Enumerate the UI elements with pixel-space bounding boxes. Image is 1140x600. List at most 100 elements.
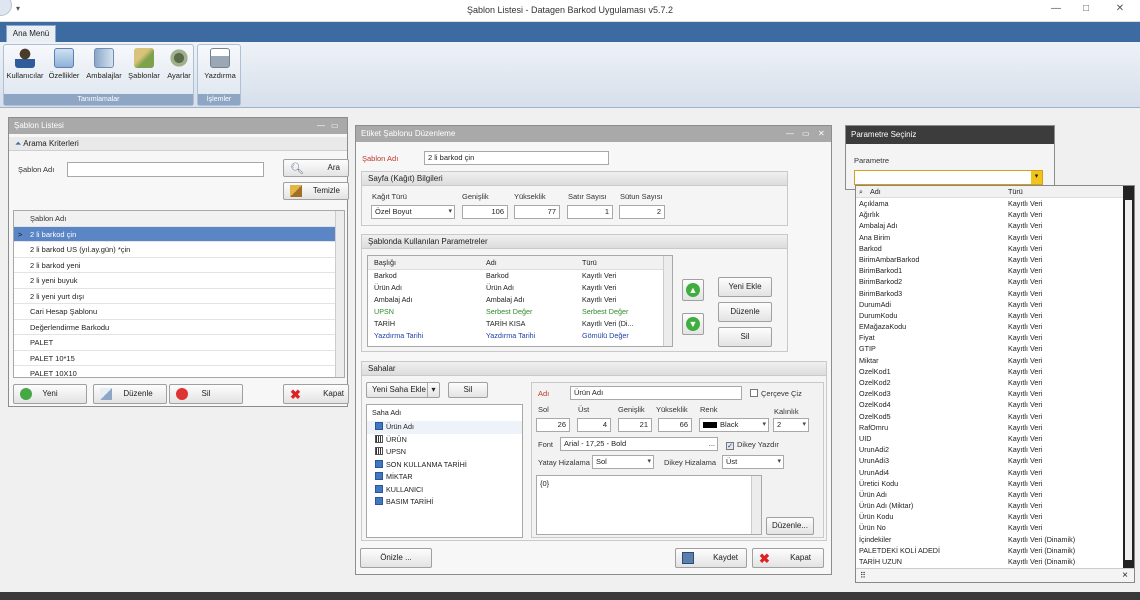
vertical-print-checkbox[interactable]: ✓ Dikey Yazdır bbox=[726, 440, 779, 450]
param-list-item[interactable]: BirimBarkod2 Kayıtlı Veri bbox=[856, 276, 1134, 287]
template-name-input[interactable]: 2 li barkod çin bbox=[424, 151, 609, 165]
resize-grip-icon[interactable]: ⠿ bbox=[860, 571, 866, 580]
new-button[interactable]: Yeni bbox=[13, 384, 87, 404]
param-list-item[interactable]: DurumKodu Kayıtlı Veri bbox=[856, 310, 1134, 321]
template-name-input[interactable] bbox=[67, 162, 264, 177]
field-item[interactable]: SON KULLANMA TARİHİ bbox=[367, 459, 522, 472]
grid-scrollbar[interactable] bbox=[335, 211, 344, 377]
param-row[interactable]: UPSN Serbest Değer Serbest Değer bbox=[368, 306, 672, 318]
field-item[interactable]: BASIM TARİHİ bbox=[367, 496, 522, 509]
table-row[interactable]: 2 li barkod US (yıl.ay.gün) *çin bbox=[14, 242, 344, 258]
scroll-thumb[interactable] bbox=[1125, 200, 1132, 560]
param-list-item[interactable]: Ağırlık Kayıtlı Veri bbox=[856, 209, 1134, 220]
field-name-input[interactable]: Ürün Adı bbox=[570, 386, 742, 400]
param-list-item[interactable]: Üretici Kodu Kayıtlı Veri bbox=[856, 478, 1134, 489]
param-list-item[interactable]: OzelKod5 Kayıtlı Veri bbox=[856, 411, 1134, 422]
templates-button[interactable]: Şablonlar bbox=[126, 48, 162, 80]
param-list-item[interactable]: OzelKod4 Kayıtlı Veri bbox=[856, 399, 1134, 410]
tab-ana-menu[interactable]: Ana Menü bbox=[6, 25, 56, 42]
field-item[interactable]: MİKTAR bbox=[367, 471, 522, 484]
param-list-item[interactable]: OzelKod3 Kayıtlı Veri bbox=[856, 388, 1134, 399]
delete-field-button[interactable]: Sil bbox=[448, 382, 488, 398]
color-select[interactable]: Black ▾ bbox=[699, 418, 769, 432]
param-list-item[interactable]: Açıklama Kayıtlı Veri bbox=[856, 198, 1134, 209]
users-button[interactable]: Kullanıcılar bbox=[6, 48, 44, 80]
param-list-item[interactable]: Ürün Adı (Miktar) Kayıtlı Veri bbox=[856, 500, 1134, 511]
maximize-button[interactable]: □ bbox=[1074, 3, 1098, 19]
content-textarea[interactable]: {0} bbox=[536, 475, 762, 535]
field-height-input[interactable]: 66 bbox=[658, 418, 692, 432]
paper-type-select[interactable]: Özel Boyut ▾ bbox=[371, 205, 455, 219]
table-row[interactable]: >2 li barkod çin bbox=[14, 226, 344, 242]
param-list-item[interactable]: BirimAmbarBarkod Kayıtlı Veri bbox=[856, 254, 1134, 265]
edit-param-button[interactable]: Düzenle bbox=[718, 302, 772, 322]
table-row[interactable]: PALET 10*15 bbox=[14, 351, 344, 366]
param-list-item[interactable]: Barkod Kayıtlı Veri bbox=[856, 243, 1134, 254]
table-row[interactable]: Değerlendirme Barkodu bbox=[14, 320, 344, 335]
delete-param-button[interactable]: Sil bbox=[718, 327, 772, 347]
list-scrollbar[interactable] bbox=[1123, 186, 1134, 582]
cols-input[interactable]: 2 bbox=[619, 205, 665, 219]
height-input[interactable]: 77 bbox=[514, 205, 560, 219]
search-criteria-header[interactable]: ⏶ Arama Kriterleri bbox=[9, 137, 347, 151]
table-row[interactable]: 2 li barkod yeni bbox=[14, 258, 344, 273]
field-item[interactable]: ÜRÜN bbox=[367, 434, 522, 447]
param-list-item[interactable]: EMağazaKodu Kayıtlı Veri bbox=[856, 321, 1134, 332]
param-row[interactable]: Ambalaj Adı Ambalaj Adı Kayıtlı Veri bbox=[368, 294, 672, 306]
preview-button[interactable]: Önizle ... bbox=[360, 548, 432, 568]
h-align-select[interactable]: Sol ▾ bbox=[592, 455, 654, 469]
rows-input[interactable]: 1 bbox=[567, 205, 613, 219]
param-list-item[interactable]: Ürün No Kayıtlı Veri bbox=[856, 522, 1134, 533]
font-browse-button[interactable]: ... bbox=[709, 438, 715, 450]
clear-button[interactable]: Temizle bbox=[283, 182, 349, 200]
restore-icon[interactable]: ▭ bbox=[331, 118, 339, 134]
close-editor-button[interactable]: ✖ Kapat bbox=[752, 548, 824, 568]
add-new-param-button[interactable]: Yeni Ekle bbox=[718, 277, 772, 297]
param-row[interactable]: TARİH TARİH KISA Kayıtlı Veri (Di... bbox=[368, 318, 672, 330]
param-row[interactable]: Yazdırma Tarihi Yazdırma Tarihi Gömülü Değ… bbox=[368, 330, 672, 342]
param-list-item[interactable]: Ürün Adı Kayıtlı Veri bbox=[856, 489, 1134, 500]
left-input[interactable]: 26 bbox=[536, 418, 570, 432]
chevron-down-icon[interactable]: ▾ bbox=[1031, 171, 1042, 184]
param-list-item[interactable]: UID Kayıtlı Veri bbox=[856, 433, 1134, 444]
content-edit-button[interactable]: Düzenle... bbox=[766, 517, 814, 535]
param-list-item[interactable]: DurumAdi Kayıtlı Veri bbox=[856, 299, 1134, 310]
new-field-button[interactable]: Yeni Saha Ekle ▾ bbox=[366, 382, 440, 398]
param-list-item[interactable]: BirimBarkod1 Kayıtlı Veri bbox=[856, 265, 1134, 276]
param-row[interactable]: Ürün Adı Ürün Adı Kayıtlı Veri bbox=[368, 282, 672, 294]
list-header[interactable]: ⌕ Adı Türü bbox=[856, 186, 1134, 198]
thickness-select[interactable]: 2 ▾ bbox=[773, 418, 809, 432]
frame-checkbox[interactable]: Çerçeve Çiz bbox=[750, 389, 802, 398]
minimize-button[interactable]: — bbox=[1044, 3, 1068, 19]
search-button[interactable]: 🔍︎ Ara bbox=[283, 159, 349, 177]
close-button[interactable]: ✕ bbox=[1108, 3, 1132, 19]
param-list-item[interactable]: OzelKod2 Kayıtlı Veri bbox=[856, 377, 1134, 388]
param-list-item[interactable]: UrunAdi2 Kayıtlı Veri bbox=[856, 444, 1134, 455]
param-list-item[interactable]: Miktar Kayıtlı Veri bbox=[856, 355, 1134, 366]
delete-button[interactable]: Sil bbox=[169, 384, 243, 404]
close-list-button[interactable]: ✖ Kapat bbox=[283, 384, 349, 404]
param-list-item[interactable]: GTIP Kayıtlı Veri bbox=[856, 343, 1134, 354]
grid-scrollbar[interactable] bbox=[663, 256, 672, 346]
param-list-item[interactable]: TARİH UZUN Kayıtlı Veri (Dinamik) bbox=[856, 556, 1134, 567]
restore-icon[interactable]: ▭ bbox=[802, 126, 810, 142]
close-icon[interactable]: ✕ bbox=[818, 126, 825, 142]
textarea-scrollbar[interactable] bbox=[751, 476, 761, 534]
packages-button[interactable]: Ambalajlar bbox=[84, 48, 124, 80]
table-row[interactable]: 2 li yeni yurt dışı bbox=[14, 289, 344, 304]
param-list-item[interactable]: Fiyat Kayıtlı Veri bbox=[856, 332, 1134, 343]
param-list-item[interactable]: Ürün Kodu Kayıtlı Veri bbox=[856, 511, 1134, 522]
grid-header[interactable]: Başlığı Adı Türü bbox=[368, 256, 672, 270]
parameter-select[interactable]: ▾ bbox=[854, 170, 1043, 185]
font-input[interactable]: Arial - 17,25 - Bold... bbox=[560, 437, 718, 451]
param-list-item[interactable]: PALETDEKİ KOLİ ADEDİ Kayıtlı Veri (Dinami… bbox=[856, 545, 1134, 556]
table-row[interactable]: PALET bbox=[14, 335, 344, 351]
close-icon[interactable]: × bbox=[1122, 570, 1128, 581]
param-list-item[interactable]: BirimBarkod3 Kayıtlı Veri bbox=[856, 288, 1134, 299]
save-button[interactable]: Kaydet bbox=[675, 548, 747, 568]
table-row[interactable]: 2 li yeni buyuk bbox=[14, 273, 344, 289]
table-row[interactable]: PALET 10X10 bbox=[14, 366, 344, 377]
param-list-item[interactable]: RafOmru Kayıtlı Veri bbox=[856, 422, 1134, 433]
field-item[interactable]: UPSN bbox=[367, 446, 522, 459]
fields-header[interactable]: Saha Adı bbox=[367, 405, 522, 421]
